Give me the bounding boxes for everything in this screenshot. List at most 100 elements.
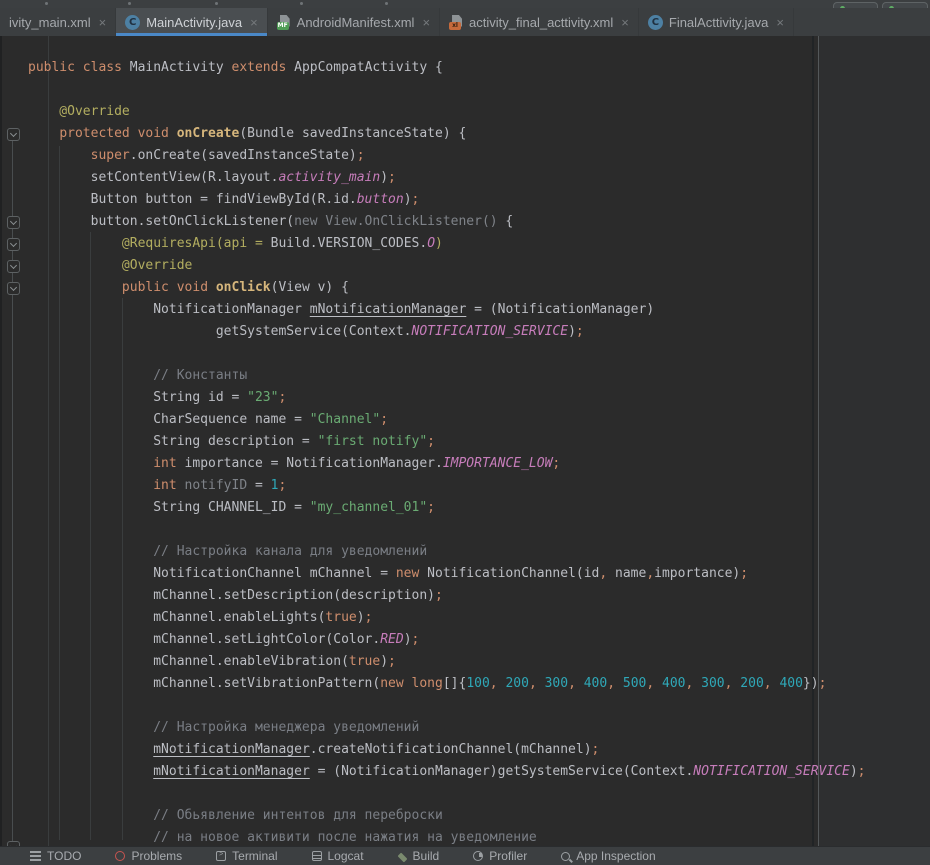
- code-token: 400: [662, 676, 685, 691]
- code-token: mNotificationManager: [153, 764, 310, 779]
- code-token: ;: [412, 192, 420, 207]
- code-line: [28, 519, 866, 541]
- code-area[interactable]: public class MainActivity extends AppCom…: [28, 57, 866, 849]
- tab-mainactivity-java[interactable]: CMainActivity.java×: [116, 8, 267, 36]
- code-line: super.onCreate(savedInstanceState);: [28, 145, 866, 167]
- code-token: [537, 676, 545, 691]
- tab-finalacttivity-java[interactable]: CFinalActtivity.java×: [639, 8, 794, 36]
- toolwindow-button-label: Logcat: [328, 849, 364, 863]
- code-line: [28, 343, 866, 365]
- code-token: ): [568, 324, 576, 339]
- code-token: = (NotificationManager): [466, 302, 654, 317]
- toolwindow-button-label: TODO: [47, 849, 81, 863]
- code-token: // Настройка менеджера уведомлений: [28, 720, 419, 735]
- problems-icon: [115, 851, 125, 861]
- code-line: NotificationChannel mChannel = new Notif…: [28, 563, 866, 585]
- code-token: ;: [427, 500, 435, 515]
- toolwindow-button-problems[interactable]: Problems: [115, 849, 182, 863]
- tool-window-bar: TODO Problems Terminal Logcat Build Profiler A…: [0, 846, 930, 865]
- code-token: onClick: [216, 280, 271, 295]
- code-token: name: [607, 566, 646, 581]
- fold-marker-icon[interactable]: [7, 128, 20, 141]
- code-token: ;: [278, 478, 286, 493]
- code-token: ,: [607, 676, 615, 691]
- toolwindow-button-profiler[interactable]: Profiler: [473, 849, 527, 863]
- code-token: setContentView(R.layout.: [28, 170, 278, 185]
- fold-marker-icon[interactable]: [7, 282, 20, 295]
- todo-icon: [30, 851, 41, 862]
- code-line: @Override: [28, 101, 866, 123]
- fold-marker-icon[interactable]: [7, 216, 20, 229]
- code-line: @RequiresApi(api = Build.VERSION_CODES.O…: [28, 233, 866, 255]
- code-line: mNotificationManager = (NotificationMana…: [28, 761, 866, 783]
- toolwindow-button-label: Problems: [131, 849, 182, 863]
- code-token: true: [325, 610, 356, 625]
- code-token: true: [349, 654, 380, 669]
- code-line: @Override: [28, 255, 866, 277]
- manifest-file-icon: MF: [277, 15, 291, 30]
- code-token: 300: [701, 676, 724, 691]
- code-line: // Настройка менеджера уведомлений: [28, 717, 866, 739]
- tab-activity-final-acttivity-xml[interactable]: xlactivity_final_acttivity.xml×: [440, 8, 639, 36]
- code-token: IMPORTANCE_LOW: [443, 456, 553, 471]
- close-tab-icon[interactable]: ×: [250, 16, 258, 29]
- tab-ivity-main-xml[interactable]: ivity_main.xml×: [0, 8, 116, 36]
- code-token: int: [153, 456, 176, 471]
- code-token: String id =: [28, 390, 247, 405]
- tab-androidmanifest-xml[interactable]: MFAndroidManifest.xml×: [268, 8, 440, 36]
- code-token: NOTIFICATION_SERVICE: [412, 324, 569, 339]
- toolwindow-button-build[interactable]: Build: [398, 849, 440, 863]
- code-token: "my_channel_01": [310, 500, 427, 515]
- code-token: [404, 676, 412, 691]
- code-line: // Константы: [28, 365, 866, 387]
- code-token: // Константы: [28, 368, 247, 383]
- code-token: (Bundle savedInstanceState) {: [239, 126, 466, 141]
- code-token: int: [153, 478, 176, 493]
- code-line: int importance = NotificationManager.IMP…: [28, 453, 866, 475]
- close-tab-icon[interactable]: ×: [621, 16, 629, 29]
- fold-marker-icon[interactable]: [7, 238, 20, 251]
- code-token: public class: [28, 60, 122, 75]
- java-class-icon: C: [125, 15, 140, 30]
- code-line: // Настройка канала для уведомлений: [28, 541, 866, 563]
- toolwindow-button-terminal[interactable]: Terminal: [216, 849, 277, 863]
- code-token: button.setOnClickListener(: [28, 214, 294, 229]
- code-token: 400: [584, 676, 607, 691]
- close-tab-icon[interactable]: ×: [99, 16, 107, 29]
- toolwindow-button-todo[interactable]: TODO: [30, 849, 81, 863]
- tab-label: FinalActtivity.java: [669, 15, 768, 30]
- code-token: ;: [278, 390, 286, 405]
- window-left-edge: [0, 36, 2, 846]
- code-token: ,: [529, 676, 537, 691]
- toolwindow-button-app-inspection[interactable]: App Inspection: [561, 849, 655, 863]
- code-token: {: [498, 214, 514, 229]
- toolwindow-button-label: Build: [413, 849, 440, 863]
- code-line: mNotificationManager.createNotificationC…: [28, 739, 866, 761]
- code-token: RED: [380, 632, 403, 647]
- code-line: mChannel.enableLights(true);: [28, 607, 866, 629]
- code-token: NOTIFICATION_SERVICE: [693, 764, 850, 779]
- toolwindow-button-logcat[interactable]: Logcat: [312, 849, 364, 863]
- code-token: "first notify": [318, 434, 428, 449]
- code-token: ): [380, 654, 388, 669]
- logcat-icon: [312, 851, 322, 861]
- toolwindow-button-label: Terminal: [232, 849, 277, 863]
- code-token: (View v) {: [271, 280, 349, 295]
- code-line: String description = "first notify";: [28, 431, 866, 453]
- code-token: ,: [599, 566, 607, 581]
- code-token: AppCompatActivity {: [286, 60, 443, 75]
- code-token: mChannel.setVibrationPattern(: [28, 676, 380, 691]
- code-token: ;: [365, 610, 373, 625]
- code-token: ,: [646, 566, 654, 581]
- code-token: button: [357, 192, 404, 207]
- code-token: [28, 478, 153, 493]
- close-tab-icon[interactable]: ×: [776, 16, 784, 29]
- code-token: [28, 280, 122, 295]
- fold-marker-icon[interactable]: [7, 260, 20, 273]
- code-token: ,: [764, 676, 772, 691]
- code-token: NotificationManager: [28, 302, 310, 317]
- code-line: String id = "23";: [28, 387, 866, 409]
- close-tab-icon[interactable]: ×: [422, 16, 430, 29]
- toolbar-dot: [45, 2, 48, 5]
- code-token: ): [404, 632, 412, 647]
